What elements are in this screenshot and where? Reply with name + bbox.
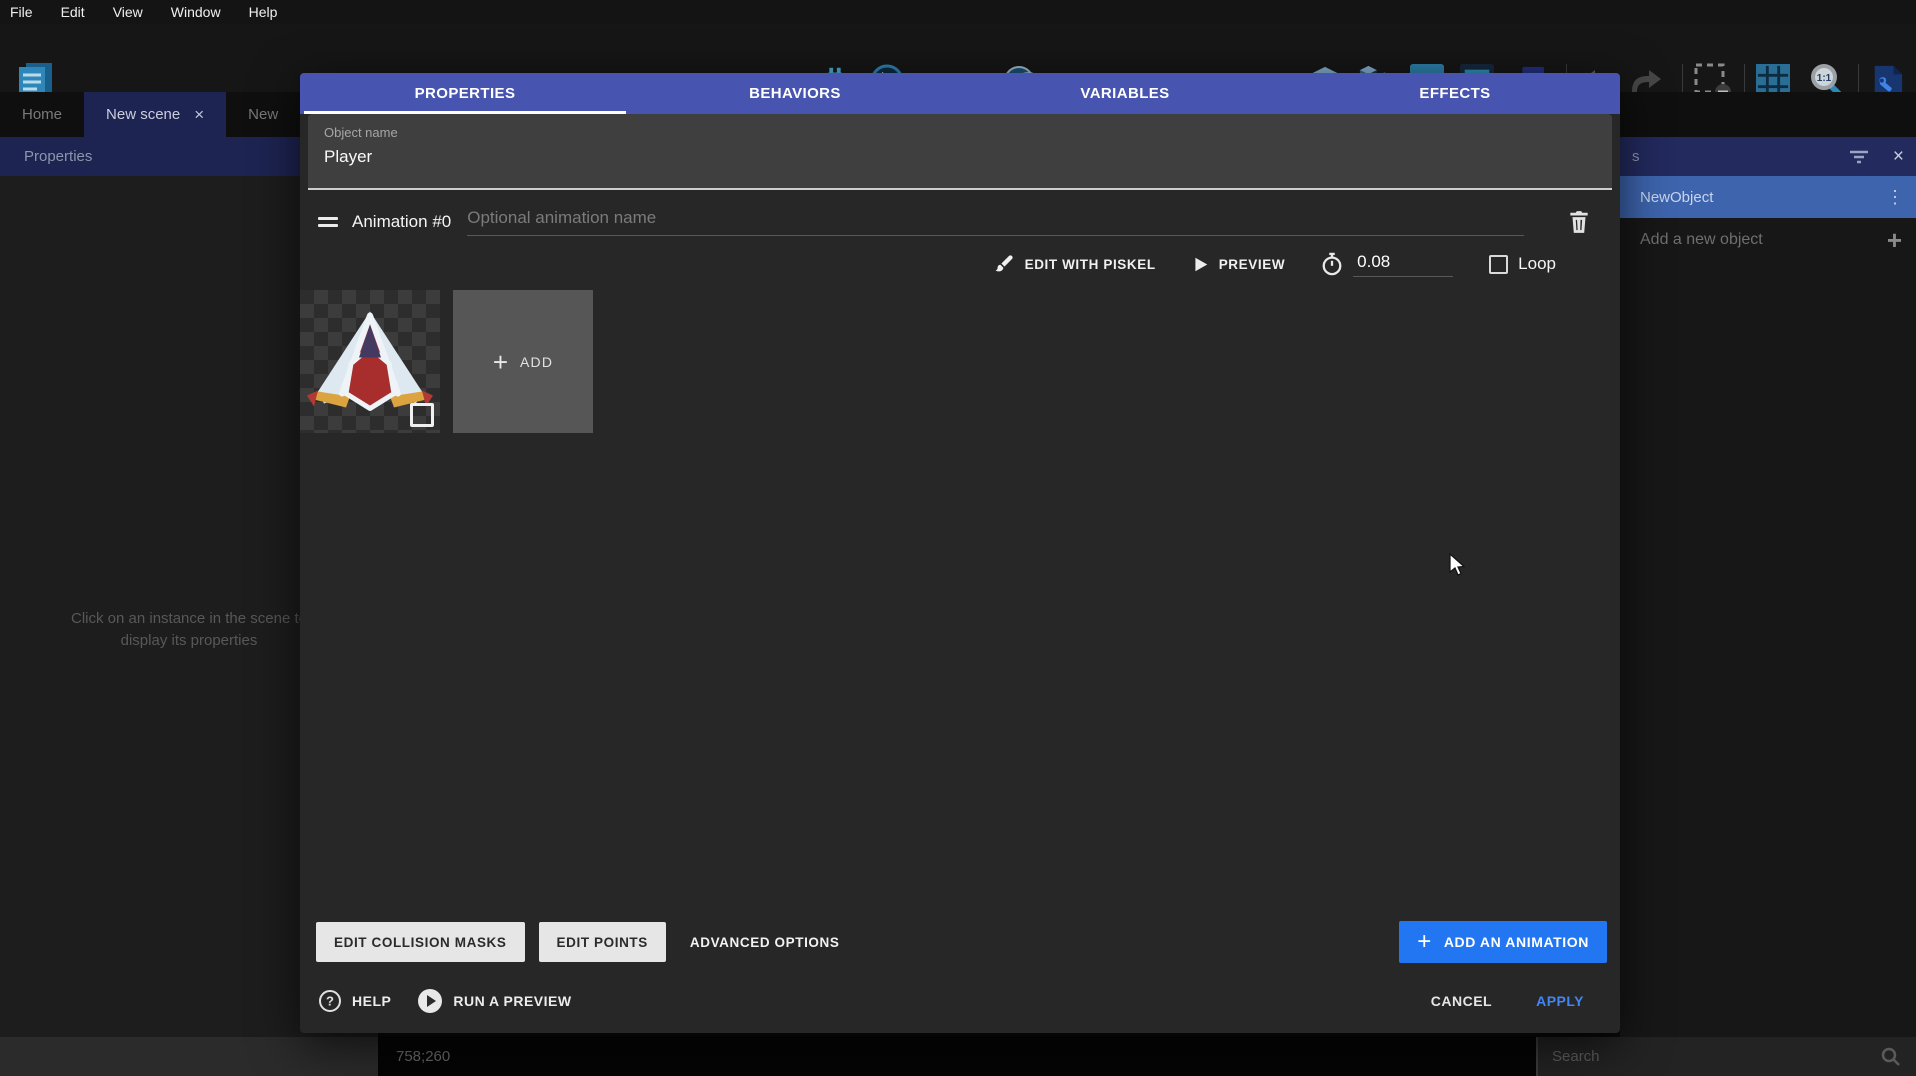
dialog-main-actions: ? HELP RUN A PREVIEW CANCEL APPLY [300, 981, 1620, 1021]
object-menu-dots-icon[interactable]: ⋮ [1886, 187, 1904, 208]
plus-icon: + [1417, 930, 1432, 954]
loop-toggle[interactable]: Loop [1489, 254, 1556, 274]
search-icon [1880, 1046, 1902, 1068]
brush-icon [993, 253, 1015, 275]
tab-behaviors[interactable]: BEHAVIORS [630, 73, 960, 114]
expand-frame-icon[interactable] [410, 403, 434, 427]
tab-new-scene[interactable]: New scene × [84, 92, 226, 137]
properties-panel-title: Properties [24, 148, 92, 165]
loop-checkbox[interactable] [1489, 255, 1508, 274]
object-name-field: Object name [308, 114, 1612, 190]
objects-panel [1620, 137, 1916, 1037]
scene-status-bar: 758;260 [378, 1037, 1536, 1076]
tab-partial[interactable]: New [226, 92, 300, 137]
plus-icon: + [493, 349, 508, 375]
object-name: NewObject [1640, 189, 1713, 206]
tab-variables[interactable]: VARIABLES [960, 73, 1290, 114]
menu-file[interactable]: File [10, 4, 33, 20]
play-circle-icon [417, 988, 443, 1014]
tab-home[interactable]: Home [0, 92, 84, 137]
frame-time-field[interactable]: 0.08 [1321, 252, 1453, 277]
add-object-plus-icon[interactable]: + [1887, 227, 1902, 253]
animation-title: Animation #0 [352, 212, 451, 232]
add-frame-button[interactable]: + ADD [453, 290, 593, 433]
object-row-selected[interactable]: NewObject ⋮ [1620, 176, 1916, 218]
loop-label: Loop [1518, 254, 1556, 274]
frame-thumbnail[interactable] [300, 290, 440, 433]
menu-help[interactable]: Help [249, 4, 278, 20]
search-input[interactable] [1552, 1048, 1880, 1065]
animation-frames-row: + ADD [300, 290, 1620, 433]
edit-with-piskel-button[interactable]: EDIT WITH PISKEL [993, 253, 1156, 275]
gdevelop-window: File Edit View Window Help PREVIEW PUBLI… [0, 0, 1916, 1076]
add-new-object-row[interactable]: Add a new object + [1620, 218, 1916, 262]
cancel-button[interactable]: CANCEL [1431, 993, 1492, 1009]
animation-controls-row: EDIT WITH PISKEL PREVIEW 0.08 Loop [300, 244, 1620, 284]
tab-properties[interactable]: PROPERTIES [300, 73, 630, 114]
mouse-cursor [1448, 553, 1468, 577]
menu-window[interactable]: Window [171, 4, 221, 20]
edit-collision-masks-button[interactable]: EDIT COLLISION MASKS [316, 922, 525, 962]
filter-icon[interactable] [1847, 148, 1871, 166]
properties-panel-footer [0, 1037, 378, 1076]
apply-button[interactable]: APPLY [1536, 993, 1584, 1009]
objects-panel-close-icon[interactable]: × [1893, 146, 1904, 168]
dialog-tab-bar: PROPERTIES BEHAVIORS VARIABLES EFFECTS [300, 73, 1620, 114]
add-an-animation-button[interactable]: + ADD AN ANIMATION [1399, 921, 1607, 963]
advanced-options-button[interactable]: ADVANCED OPTIONS [680, 935, 850, 950]
drag-handle-icon[interactable] [318, 217, 338, 227]
add-new-object-label: Add a new object [1640, 231, 1763, 249]
svg-text:1:1: 1:1 [1817, 73, 1832, 84]
active-tab-indicator [304, 111, 626, 114]
help-icon: ? [318, 989, 342, 1013]
menu-bar: File Edit View Window Help [0, 0, 1916, 24]
help-button[interactable]: ? HELP [318, 989, 391, 1013]
objects-search-bar [1536, 1037, 1916, 1076]
cursor-coordinates: 758;260 [396, 1048, 450, 1065]
delete-animation-icon[interactable] [1566, 209, 1592, 235]
tab-partial-label: New [248, 106, 278, 123]
tab-new-scene-label: New scene [106, 106, 180, 123]
object-name-label: Object name [324, 125, 1596, 140]
run-a-preview-button[interactable]: RUN A PREVIEW [417, 988, 571, 1014]
tab-close-icon[interactable]: × [194, 105, 204, 125]
menu-view[interactable]: View [113, 4, 143, 20]
tab-effects[interactable]: EFFECTS [1290, 73, 1620, 114]
menu-edit[interactable]: Edit [61, 4, 85, 20]
edit-points-button[interactable]: EDIT POINTS [539, 922, 666, 962]
tab-home-label: Home [22, 106, 62, 123]
animation-row: Animation #0 [300, 200, 1620, 244]
objects-panel-title-fragment: s [1632, 148, 1640, 165]
object-name-input[interactable] [324, 147, 1596, 167]
object-editor-dialog: PROPERTIES BEHAVIORS VARIABLES EFFECTS O… [300, 73, 1620, 1033]
animation-name-input[interactable] [467, 208, 1524, 236]
timer-icon [1321, 252, 1343, 276]
dialog-secondary-actions: EDIT COLLISION MASKS EDIT POINTS ADVANCE… [300, 921, 1620, 963]
frame-time-value: 0.08 [1353, 252, 1453, 277]
objects-panel-header: s × [1620, 137, 1916, 176]
svg-text:?: ? [326, 994, 334, 1009]
play-icon [1192, 256, 1209, 273]
preview-animation-button[interactable]: PREVIEW [1192, 256, 1285, 273]
